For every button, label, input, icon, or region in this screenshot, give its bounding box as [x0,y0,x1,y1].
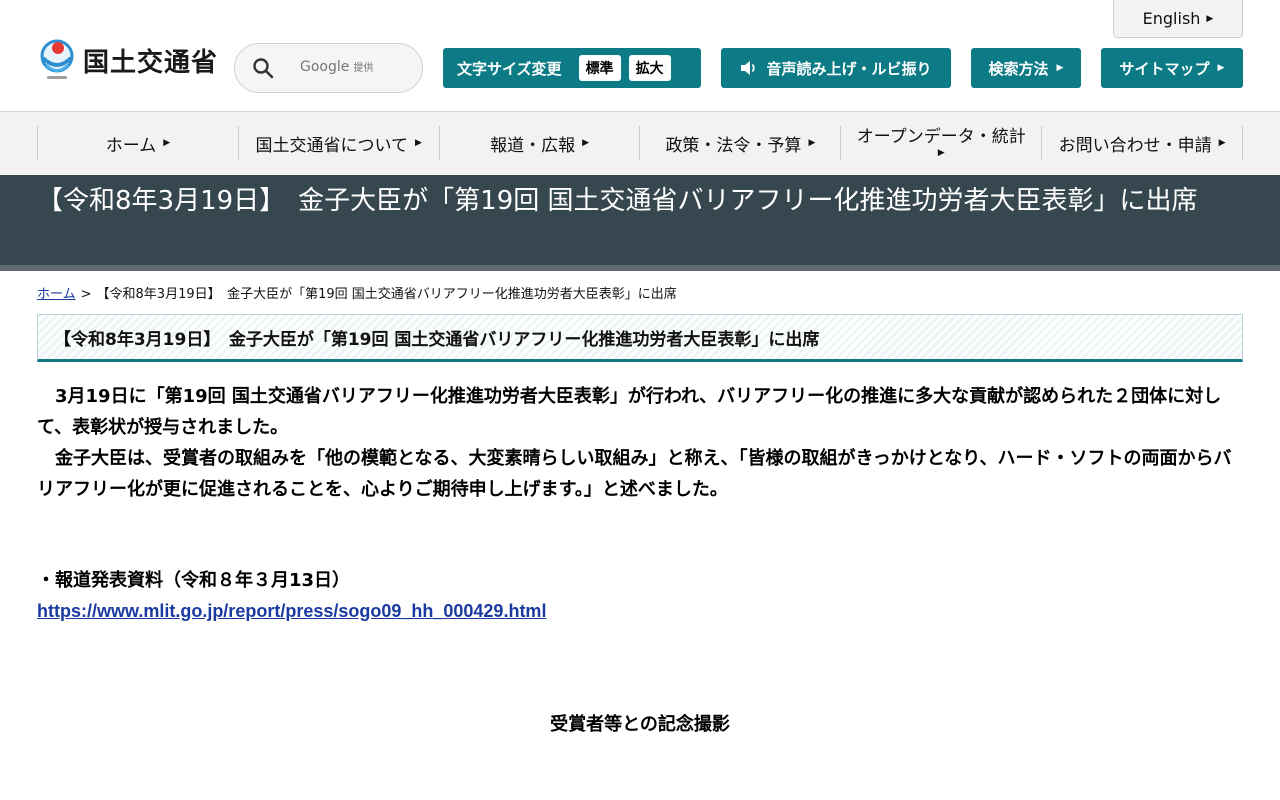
text-size-large-button[interactable]: 拡大 [628,55,671,81]
article-paragraph: 金子大臣は、受賞者の取組みを「他の模範となる、大変素晴らしい取組み」と称え、「皆… [37,448,1232,500]
breadcrumb-separator: > [80,287,92,302]
gnav-item-press[interactable]: 報道・広報 ▶ [438,126,640,160]
triangle-right-icon: ▶ [808,138,816,148]
site-header: English ▶ 国土交通省 Google提供 文字サイズ変更 標準 拡大 [0,0,1280,112]
gnav-item-label: 国土交通省について [255,135,409,156]
voice-ruby-button[interactable]: 音声読み上げ・ルビ振り [721,48,951,88]
text-size-label: 文字サイズ変更 [457,59,562,78]
press-release-link[interactable]: https://www.mlit.go.jp/report/press/sogo… [37,597,546,625]
gnav-item-label: 政策・法令・予算 [665,135,802,156]
gnav-item-label: 報道・広報 [490,135,576,156]
triangle-right-icon: ▶ [163,138,171,148]
triangle-right-icon: ▶ [937,147,945,158]
search-input[interactable] [294,60,414,76]
site-logo[interactable]: 国土交通省 [37,38,218,82]
gnav-item-contact[interactable]: お問い合わせ・申請 ▶ [1041,126,1243,160]
text-size-standard-button[interactable]: 標準 [578,55,621,81]
speaker-icon [740,60,758,76]
search-method-label: 検索方法 [988,59,1049,78]
breadcrumb-home-link[interactable]: ホーム [37,287,76,302]
mlit-logo-icon [37,38,77,82]
page-title-band: 【令和8年3月19日】 金子大臣が「第19回 国土交通省バリアフリー化推進功労者… [0,175,1280,271]
triangle-right-icon: ▶ [1056,63,1064,73]
search-method-button[interactable]: 検索方法 ▶ [971,48,1081,88]
page-title: 【令和8年3月19日】 金子大臣が「第19回 国土交通省バリアフリー化推進功労者… [37,186,1198,216]
triangle-right-icon: ▶ [1206,13,1214,24]
logo-text: 国土交通省 [83,47,219,78]
photo-caption: 受賞者等との記念撮影 [550,714,730,735]
breadcrumb-current: 【令和8年3月19日】 金子大臣が「第19回 国土交通省バリアフリー化推進功労者… [96,287,677,302]
article-heading-box: 【令和8年3月19日】 金子大臣が「第19回 国土交通省バリアフリー化推進功労者… [37,314,1243,362]
article-paragraph: 3月19日に「第19回 国土交通省バリアフリー化推進功労者大臣表彰」が行われ、バ… [37,386,1222,438]
gnav-item-opendata[interactable]: オープンデータ・統計 ▶ [840,126,1041,160]
english-button[interactable]: English ▶ [1113,0,1243,38]
gnav-item-policy[interactable]: 政策・法令・予算 ▶ [639,126,840,160]
text-size-control: 文字サイズ変更 標準 拡大 [443,48,701,88]
global-nav-list: ホーム ▶ 国土交通省について ▶ 報道・広報 ▶ 政策・法令・予算 ▶ オープンデータ… [37,126,1243,160]
triangle-right-icon: ▶ [1217,63,1225,73]
global-nav: ホーム ▶ 国土交通省について ▶ 報道・広報 ▶ 政策・法令・予算 ▶ オープンデータ… [0,112,1280,175]
gnav-item-label: ホーム [105,135,157,156]
article-heading: 【令和8年3月19日】 金子大臣が「第19回 国土交通省バリアフリー化推進功労者… [54,329,820,350]
sitemap-label: サイトマップ [1119,59,1210,78]
english-label: English [1142,9,1201,28]
gnav-item-label: お問い合わせ・申請 [1058,135,1212,156]
press-release-label: ・報道発表資料（令和８年３月13日） [37,570,351,591]
search-icon[interactable] [252,57,274,79]
article-body: 3月19日に「第19回 国土交通省バリアフリー化推進功労者大臣表彰」が行われ、バ… [37,381,1247,505]
voice-ruby-label: 音声読み上げ・ルビ振り [766,59,932,78]
site-search[interactable]: Google 提供 [234,43,423,93]
triangle-right-icon: ▶ [582,138,590,148]
gnav-item-label: オープンデータ・統計 [856,127,1026,148]
gnav-item-about[interactable]: 国土交通省について ▶ [237,126,439,160]
breadcrumb: ホーム > 【令和8年3月19日】 金子大臣が「第19回 国土交通省バリアフリー化推… [37,283,677,302]
sitemap-button[interactable]: サイトマップ ▶ [1101,48,1243,88]
triangle-right-icon: ▶ [1218,138,1226,148]
triangle-right-icon: ▶ [415,138,422,148]
gnav-item-home[interactable]: ホーム ▶ [37,126,238,160]
